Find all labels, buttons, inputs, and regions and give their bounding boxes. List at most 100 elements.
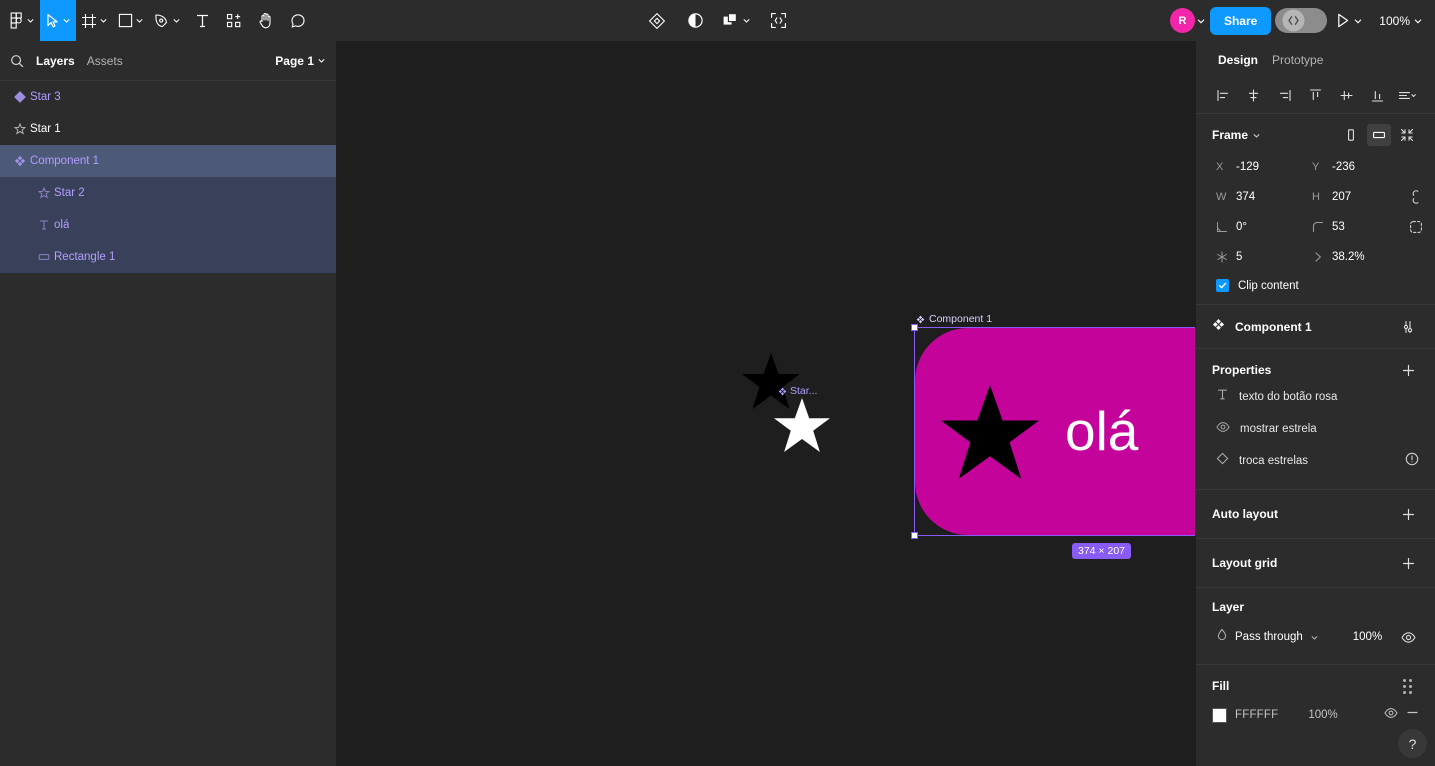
chevron-down-icon bbox=[1414, 18, 1422, 23]
layer-row-component-1[interactable]: Component 1 bbox=[0, 145, 336, 177]
help-button[interactable]: ? bbox=[1398, 729, 1427, 758]
component-icon bbox=[778, 387, 787, 395]
tab-prototype[interactable]: Prototype bbox=[1272, 53, 1323, 67]
layer-row-ola[interactable]: olá bbox=[0, 209, 336, 241]
component-section: Component 1 bbox=[1196, 305, 1435, 349]
star-points-icon bbox=[1216, 251, 1229, 263]
add-property-button[interactable] bbox=[1397, 359, 1419, 381]
layer-label: Star 2 bbox=[54, 187, 85, 199]
pen-tool-button[interactable] bbox=[149, 0, 186, 41]
minus-icon[interactable] bbox=[1406, 706, 1419, 724]
layout-grid-title: Layout grid bbox=[1212, 556, 1278, 570]
component-icon bbox=[916, 315, 925, 323]
hand-tool-button[interactable] bbox=[250, 0, 282, 41]
frame-tool-button[interactable] bbox=[76, 0, 113, 41]
star-icon bbox=[10, 123, 30, 135]
user-avatar-menu[interactable]: R bbox=[1164, 8, 1206, 33]
align-vertical-center-icon[interactable] bbox=[1335, 85, 1357, 107]
landscape-frame-icon[interactable] bbox=[1367, 124, 1391, 146]
star-2-shape bbox=[941, 384, 1039, 479]
layer-visibility-toggle[interactable] bbox=[1397, 626, 1419, 648]
comment-tool-button[interactable] bbox=[282, 0, 314, 41]
star-points-field[interactable]: 5 bbox=[1212, 244, 1308, 270]
figma-menu-button[interactable] bbox=[4, 0, 40, 41]
property-item-mostrar-estrela[interactable]: mostrar estrela bbox=[1212, 413, 1419, 445]
rotation-field[interactable]: 0° bbox=[1212, 214, 1308, 240]
component-tool-button[interactable] bbox=[641, 0, 673, 41]
auto-layout-section: Auto layout bbox=[1196, 490, 1435, 539]
x-field[interactable]: X -129 bbox=[1212, 154, 1308, 180]
property-item-texto-do-botao-rosa[interactable]: texto do botão rosa bbox=[1212, 381, 1419, 413]
independent-corners-icon[interactable] bbox=[1404, 215, 1428, 239]
search-icon[interactable] bbox=[10, 54, 24, 68]
align-right-icon[interactable] bbox=[1274, 85, 1296, 107]
portrait-frame-icon[interactable] bbox=[1339, 124, 1363, 146]
corner-radius-value: 53 bbox=[1332, 221, 1345, 233]
layer-row-star-1[interactable]: Star 1 bbox=[0, 113, 336, 145]
share-button[interactable]: Share bbox=[1209, 6, 1272, 35]
distribute-icon[interactable] bbox=[1397, 85, 1419, 107]
layer-opacity-field[interactable]: 100% bbox=[1347, 624, 1388, 650]
layer-blend-row: Pass through 100% bbox=[1212, 624, 1419, 650]
layer-row-star-2[interactable]: Star 2 bbox=[0, 177, 336, 209]
star-1-shape[interactable] bbox=[774, 398, 830, 452]
corner-radius-field[interactable]: 53 bbox=[1308, 214, 1404, 240]
layer-label: olá bbox=[54, 219, 70, 231]
align-horizontal-center-icon[interactable] bbox=[1243, 85, 1265, 107]
chevron-down-icon bbox=[743, 19, 750, 23]
actions-tool-button[interactable] bbox=[218, 0, 250, 41]
fill-hex-value[interactable]: FFFFFF bbox=[1235, 709, 1278, 721]
rotation-icon bbox=[1216, 221, 1229, 233]
constrain-proportions-icon[interactable] bbox=[1404, 185, 1428, 209]
fill-opacity-value[interactable]: 100% bbox=[1308, 709, 1337, 721]
move-tool-button[interactable] bbox=[40, 0, 76, 41]
chevron-down-icon bbox=[1253, 133, 1260, 138]
dev-resources-tool-button[interactable] bbox=[762, 0, 794, 41]
tab-layers[interactable]: Layers bbox=[36, 54, 75, 68]
y-field[interactable]: Y -236 bbox=[1308, 154, 1404, 180]
star-ratio-field[interactable]: 38.2% bbox=[1308, 244, 1404, 270]
boolean-eye-icon bbox=[1216, 420, 1230, 438]
page-selector[interactable]: Page 1 bbox=[275, 54, 326, 68]
zoom-menu[interactable]: 100% bbox=[1371, 0, 1427, 41]
hand-icon bbox=[259, 12, 271, 29]
align-left-icon[interactable] bbox=[1212, 85, 1234, 107]
blend-mode-dropdown[interactable]: Pass through bbox=[1212, 624, 1323, 650]
layer-row-star-3[interactable]: Star 3 bbox=[0, 81, 336, 113]
chevron-down-icon bbox=[136, 19, 143, 23]
selection-name-label[interactable]: Component 1 bbox=[916, 313, 992, 325]
warning-icon[interactable] bbox=[1405, 452, 1419, 471]
styles-grid-icon[interactable] bbox=[1395, 675, 1419, 697]
align-bottom-icon[interactable] bbox=[1366, 85, 1388, 107]
frame-title-dropdown[interactable]: Frame bbox=[1212, 128, 1261, 142]
boolean-tool-button[interactable] bbox=[717, 0, 756, 41]
height-field[interactable]: H 207 bbox=[1308, 184, 1404, 210]
fill-color-swatch[interactable] bbox=[1212, 707, 1227, 723]
tab-assets[interactable]: Assets bbox=[87, 54, 123, 68]
resize-handle-top-left[interactable] bbox=[911, 324, 918, 331]
dev-mode-toggle[interactable] bbox=[1275, 8, 1328, 33]
shape-tool-button[interactable] bbox=[113, 0, 149, 41]
canvas-viewport[interactable]: Star... Component 1 olá 374 × 207 bbox=[337, 41, 1198, 766]
add-auto-layout-button[interactable] bbox=[1397, 503, 1419, 525]
align-top-icon[interactable] bbox=[1304, 85, 1326, 107]
w-value: 374 bbox=[1236, 191, 1256, 203]
property-item-troca-estrelas[interactable]: troca estrelas bbox=[1212, 445, 1419, 477]
corner-radius-icon bbox=[1312, 221, 1325, 233]
present-button[interactable] bbox=[1331, 0, 1367, 41]
add-layout-grid-button[interactable] bbox=[1397, 552, 1419, 574]
component-diamond-icon bbox=[648, 12, 666, 29]
text-tool-button[interactable] bbox=[186, 0, 218, 41]
clip-content-checkbox[interactable] bbox=[1216, 279, 1229, 292]
component-settings-icon[interactable] bbox=[1397, 316, 1419, 338]
tab-design[interactable]: Design bbox=[1218, 53, 1258, 67]
width-field[interactable]: W 374 bbox=[1212, 184, 1308, 210]
mask-tool-button[interactable] bbox=[679, 0, 711, 41]
layer-row-rectangle-1[interactable]: Rectangle 1 bbox=[0, 241, 336, 273]
eye-icon[interactable] bbox=[1384, 706, 1398, 724]
properties-section: Properties texto do botão rosa mostrar e… bbox=[1196, 349, 1435, 490]
text-icon bbox=[34, 219, 54, 231]
collapse-icon[interactable] bbox=[1395, 124, 1419, 146]
resize-handle-bottom-left[interactable] bbox=[911, 532, 918, 539]
selected-component-frame[interactable]: olá bbox=[911, 324, 1198, 539]
